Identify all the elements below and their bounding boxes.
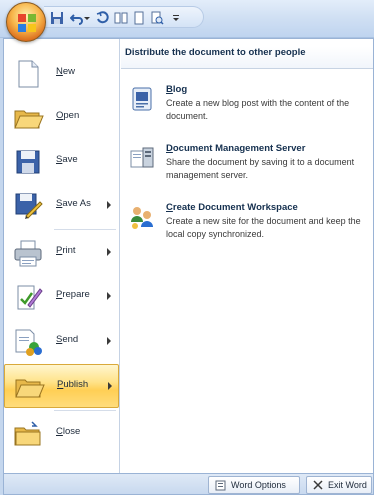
menu-item-open[interactable]: Open [4,96,119,140]
publish-option-document-management-server[interactable]: Document Management Server Share the doc… [121,143,373,199]
menu-item-label: Publish [57,379,89,390]
menu-item-label: Close [56,426,81,437]
exit-word-button[interactable]: Exit Word [306,476,372,494]
menu-item-label: Open [56,110,80,121]
menu-item-save-as[interactable]: Save As [4,184,119,228]
workspace-icon [131,207,153,229]
publish-option-blog[interactable]: Blog Create a new blog post with the con… [121,84,373,140]
publish-option-description: Share the document by saving it to a doc… [166,157,355,180]
blog-icon [132,87,152,111]
submenu-arrow-icon [107,201,111,209]
publish-option-description: Create a new blog post with the content … [166,98,350,121]
undo-dropdown-icon[interactable] [84,11,90,25]
save-as-icon [15,193,43,219]
options-icon [215,480,226,490]
menu-separator [54,229,116,230]
undo-icon[interactable] [70,11,84,25]
menu-item-close[interactable]: Close [4,412,119,456]
publish-option-description: Create a new site for the document and k… [166,216,361,239]
publish-option-create-document-workspace[interactable]: Create Document Workspace Create a new s… [121,202,373,258]
menu-separator [54,410,116,411]
print-preview-icon[interactable] [150,11,164,25]
quick-access-toolbar [0,0,374,38]
submenu-header: Distribute the document to other people [121,47,373,69]
office-button[interactable] [6,2,46,42]
open-folder-icon [14,110,44,129]
publish-option-title: Blog [166,84,188,95]
redo-icon[interactable] [96,11,110,25]
menu-item-prepare[interactable]: Prepare [4,275,119,319]
menu-item-print[interactable]: Print [4,231,119,275]
office-logo-icon [18,14,36,32]
submenu-arrow-icon [107,337,111,345]
publish-option-title: Create Document Workspace [166,202,298,213]
publish-option-title: Document Management Server [166,143,306,154]
send-icon [15,329,42,356]
menu-item-new[interactable]: New [4,52,119,96]
menu-item-label: Prepare [56,289,90,300]
printer-icon [14,240,42,267]
menu-item-send[interactable]: Send [4,320,119,364]
close-folder-icon [14,421,41,446]
word-options-button[interactable]: Word Options [208,476,300,494]
office-menu: New Open Save Save As Print Prepare Send… [3,38,374,474]
close-icon [313,480,323,490]
office-menu-commands: New Open Save Save As Print Prepare Send… [4,39,120,473]
menu-item-label: Save As [56,198,91,209]
menu-item-label: Print [56,245,76,256]
submenu-arrow-icon [108,382,112,390]
blank-page-icon[interactable] [132,11,146,25]
publish-submenu: Distribute the document to other people … [121,39,373,473]
word-options-label: Word Options [231,480,286,490]
qat-strip [44,6,204,28]
office-menu-footer: Word Options Exit Word [3,474,374,495]
menu-item-label: New [56,66,76,77]
exit-word-label: Exit Word [328,480,367,490]
save-icon[interactable] [50,11,64,25]
publish-icon [15,379,45,398]
menu-item-label: Save [56,154,78,165]
server-icon [130,147,154,168]
prepare-icon [17,285,43,310]
save-icon [16,150,40,174]
submenu-arrow-icon [107,248,111,256]
menu-item-save[interactable]: Save [4,140,119,184]
menu-item-publish[interactable]: Publish [4,364,119,408]
menu-item-label: Send [56,334,79,345]
submenu-arrow-icon [107,292,111,300]
customize-dropdown-icon[interactable] [172,11,180,25]
two-pages-icon[interactable] [114,11,128,25]
new-document-icon [18,60,39,88]
